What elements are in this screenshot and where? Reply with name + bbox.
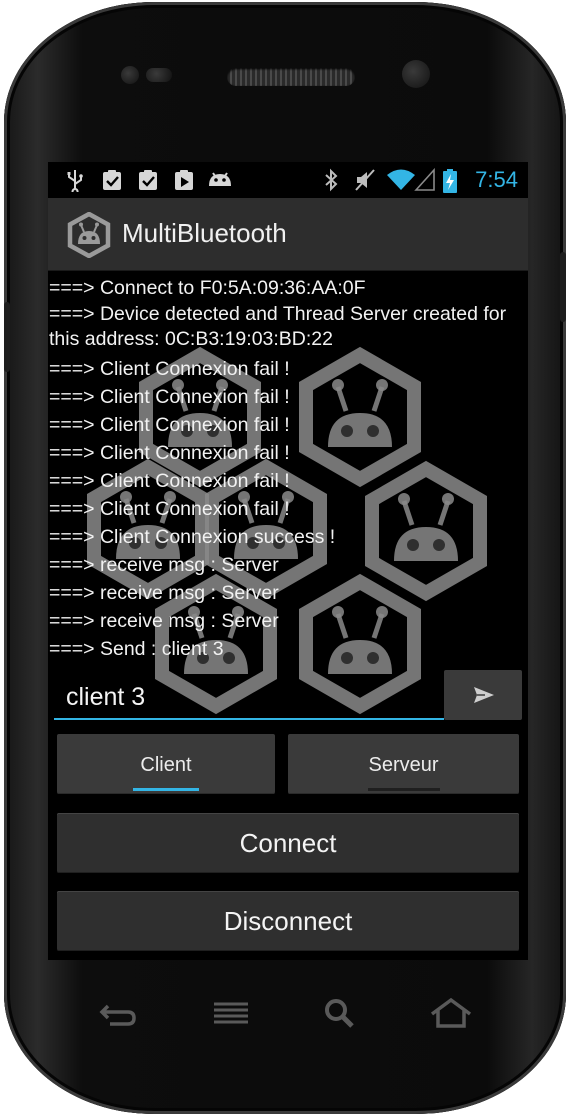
signal-icon [414, 167, 436, 198]
clipboard-play-icon [172, 168, 196, 198]
android-icon [206, 168, 234, 198]
tab-client-label: Client [140, 754, 192, 776]
proximity-sensor [121, 66, 139, 84]
tab-client[interactable]: Client [57, 734, 275, 794]
tab-serveur[interactable]: Serveur [288, 734, 519, 794]
log-line: ===> Client Connexion fail ! [49, 498, 290, 520]
log-line: ===> Client Connexion fail ! [49, 442, 290, 464]
mute-icon [354, 168, 376, 198]
message-compose-row [48, 668, 528, 726]
log-line: ===> receive msg : Server [49, 610, 279, 632]
device-screen: 7:54 MultiBluetooth ===> Connect to F0:5… [48, 162, 528, 960]
earpiece-speaker [227, 68, 355, 86]
status-bar: 7:54 [48, 162, 528, 198]
light-sensor [146, 68, 172, 82]
menu-icon[interactable] [206, 990, 256, 1040]
usb-icon [64, 168, 86, 198]
connect-button-label: Connect [239, 828, 337, 858]
message-input[interactable] [54, 676, 444, 720]
navigation-bar [70, 990, 510, 1040]
log-line: ===> receive msg : Server [49, 582, 279, 604]
connect-button[interactable]: Connect [57, 813, 519, 873]
log-line: ===> Client Connexion fail ! [49, 386, 290, 408]
log-line: ===> Client Connexion fail ! [49, 470, 290, 492]
disconnect-button[interactable]: Disconnect [57, 891, 519, 951]
app-hexagon-android-icon [66, 211, 112, 259]
power-button [560, 252, 566, 322]
wifi-icon [386, 168, 416, 198]
log-line: ===> Send : client 3 [49, 638, 224, 660]
action-bar: MultiBluetooth [48, 198, 528, 271]
bluetooth-icon [322, 168, 340, 198]
tab-unselected-indicator [368, 788, 440, 791]
clipboard-check-icon [136, 168, 160, 198]
log-output: ===> Connect to F0:5A:09:36:AA:0F ===> D… [48, 274, 528, 664]
log-line: ===> receive msg : Server [49, 554, 279, 576]
tab-selected-indicator [133, 788, 199, 791]
front-camera [402, 60, 430, 88]
tab-serveur-label: Serveur [368, 754, 439, 776]
send-button[interactable] [444, 670, 522, 720]
log-line: ===> Device detected and Thread Server c… [49, 303, 512, 350]
app-title: MultiBluetooth [122, 218, 287, 248]
back-icon[interactable] [94, 990, 144, 1040]
volume-button [4, 302, 10, 372]
disconnect-button-label: Disconnect [223, 906, 353, 936]
clipboard-check-icon [100, 168, 124, 198]
search-icon[interactable] [316, 990, 366, 1040]
home-icon[interactable] [426, 990, 476, 1040]
status-time: 7:54 [475, 167, 518, 192]
log-line: ===> Client Connexion success ! [49, 526, 336, 548]
send-icon [472, 685, 496, 710]
log-line: ===> Client Connexion fail ! [49, 414, 290, 436]
log-line: ===> Client Connexion fail ! [49, 358, 290, 380]
log-line: ===> Connect to F0:5A:09:36:AA:0F [49, 277, 366, 299]
battery-charging-icon [442, 168, 458, 200]
